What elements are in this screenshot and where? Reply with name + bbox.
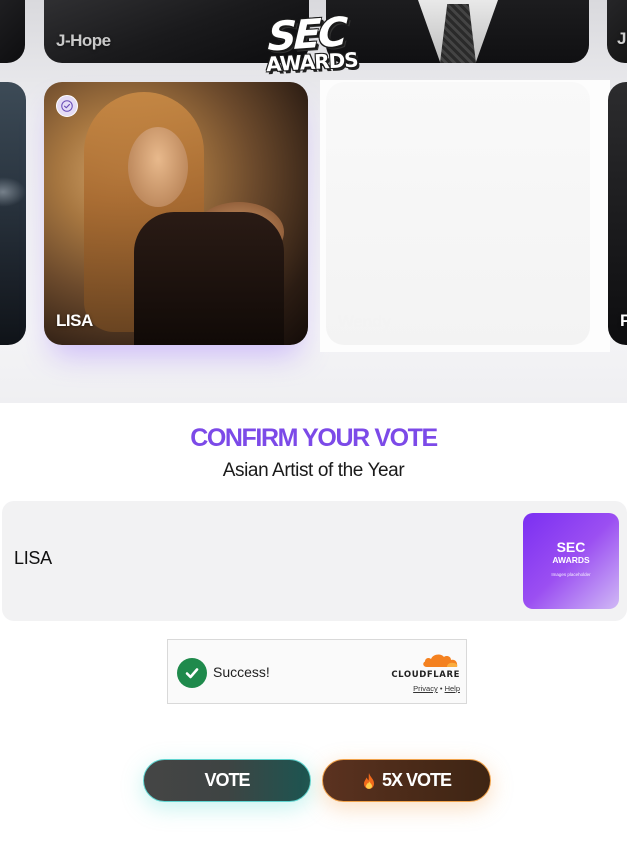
fire-icon <box>363 772 374 789</box>
placeholder-logo-sec: SEC <box>556 539 586 555</box>
captcha-links: Privacy • Help <box>384 684 460 693</box>
vote-button[interactable]: VOTE <box>143 759 311 802</box>
artist-card-name: LISA <box>56 311 93 330</box>
placeholder-caption: Images placeholder <box>551 572 591 577</box>
vote-button-label: VOTE <box>204 770 250 790</box>
artist-card-lisa[interactable]: LISA <box>44 82 308 345</box>
cloudflare-captcha[interactable]: Success! CLOUDFLARE Privacy • Help <box>167 639 467 704</box>
confirm-title: CONFIRM YOUR VOTE <box>190 424 438 452</box>
artist-carousel: J-Hope J SEC AWARDS LISA Wendy P <box>0 0 627 403</box>
artist-card-name: P <box>620 311 627 330</box>
artist-card-partial-right[interactable]: J <box>607 0 627 63</box>
vote-5x-button-label: 5X VOTE <box>381 770 452 790</box>
selected-artist-box: LISA SEC AWARDS Images placeholder <box>2 501 627 621</box>
captcha-status: Success! <box>213 664 270 680</box>
selected-artist-name: LISA <box>14 548 52 568</box>
help-link[interactable]: Help <box>445 684 460 693</box>
artist-card-partial-left[interactable] <box>0 82 26 345</box>
link-separator: • <box>439 684 443 693</box>
privacy-link[interactable]: Privacy <box>413 684 438 693</box>
artist-photo-body <box>134 212 284 345</box>
logo-awards-text: AWARDS <box>265 47 359 77</box>
cloudflare-cloud-icon <box>423 654 458 667</box>
artist-photo-faded <box>326 82 590 345</box>
selected-check-icon <box>56 95 78 117</box>
artist-card-partial-right[interactable]: P <box>608 82 627 345</box>
artist-card-name: J-Hope <box>56 31 111 50</box>
artist-card-name: J <box>617 29 626 48</box>
artist-card-name: Wendy <box>338 312 391 331</box>
vote-5x-button[interactable]: 5X VOTE <box>322 759 491 802</box>
artist-card-wendy[interactable]: Wendy <box>320 80 610 352</box>
category-title: Asian Artist of the Year <box>222 460 405 481</box>
placeholder-image: SEC AWARDS Images placeholder <box>523 513 619 609</box>
placeholder-logo-awards: AWARDS <box>552 555 590 565</box>
artist-photo-face <box>128 127 188 207</box>
success-check-icon <box>177 658 207 688</box>
sec-awards-logo: SEC AWARDS <box>264 9 374 82</box>
artist-card-partial[interactable] <box>0 0 25 63</box>
cloudflare-brand: CLOUDFLARE <box>391 670 460 680</box>
